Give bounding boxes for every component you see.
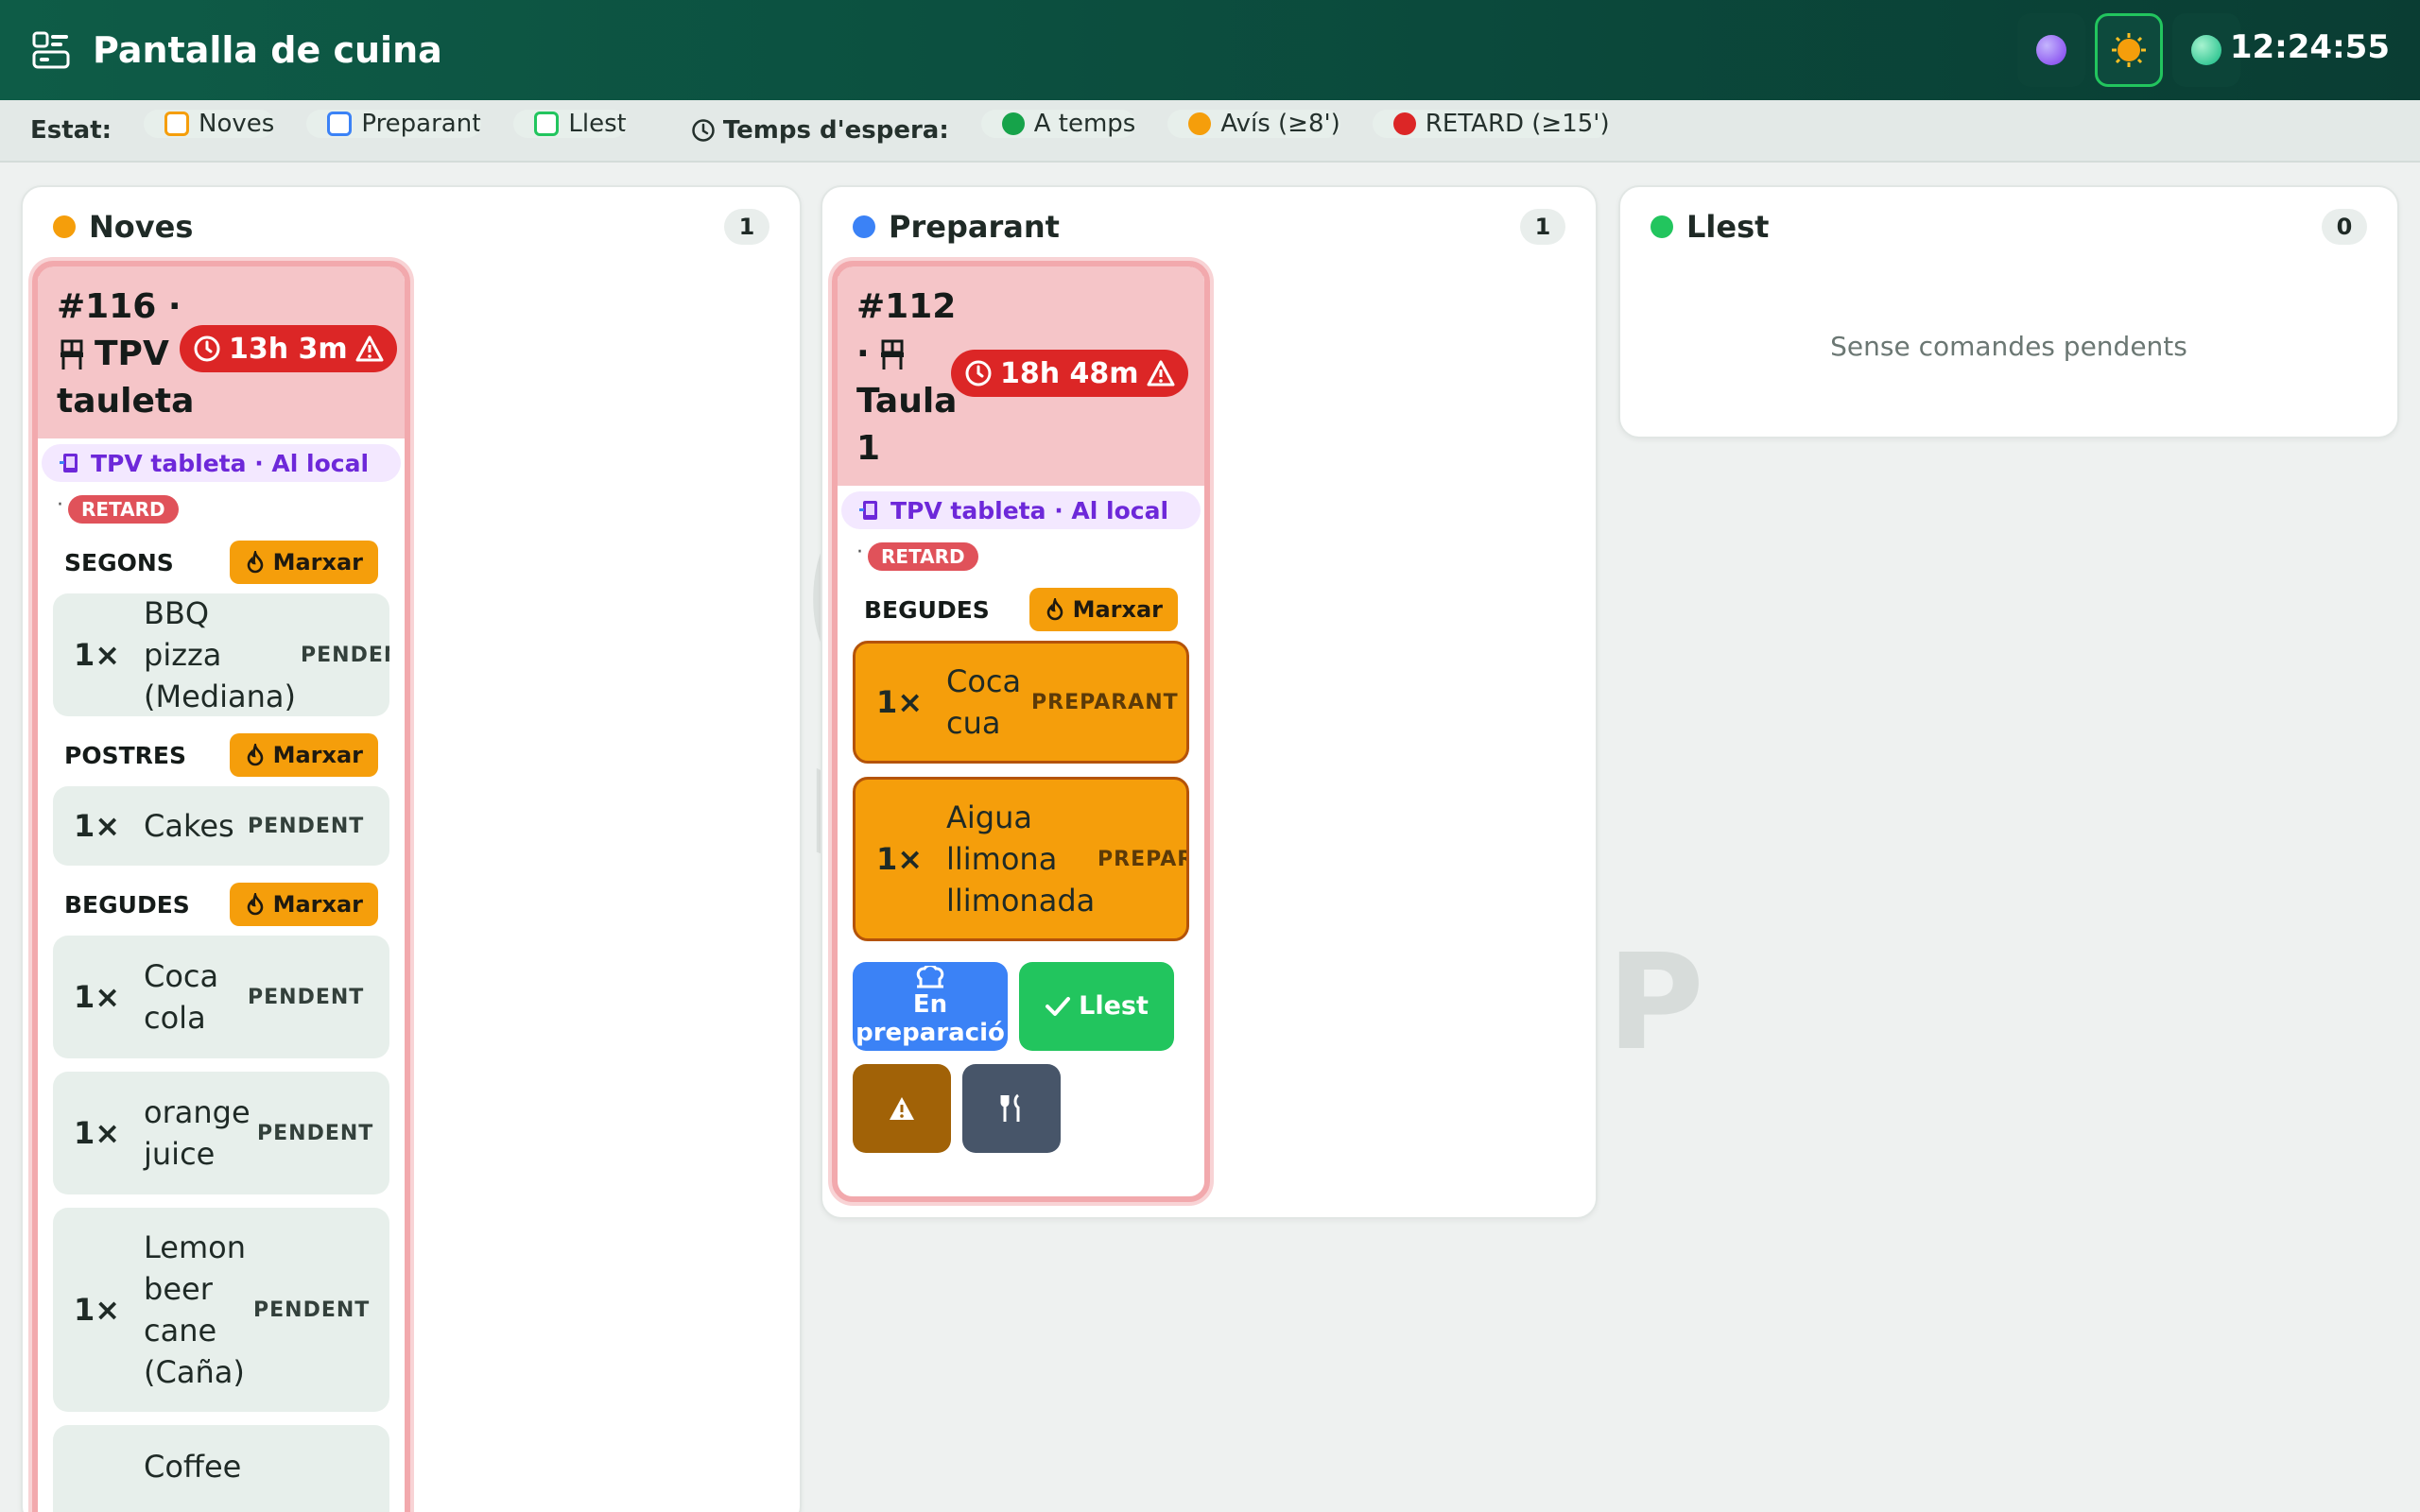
ready-button[interactable]: Llest <box>1019 962 1174 1051</box>
column-count-badge: 1 <box>724 209 769 245</box>
status-legend-label: Estat: <box>30 116 112 145</box>
green-dot-icon <box>1001 112 1025 135</box>
order-item[interactable]: 1× Cakes PENDENT <box>53 786 389 866</box>
flame-icon <box>247 744 263 766</box>
order-item[interactable]: 1× BBQ pizza (Mediana) PENDENT <box>53 593 389 716</box>
column-preparant: Preparant 1 #112 · Taula 1 18h 48m TPV t… <box>821 185 1598 1219</box>
legend-noves: Noves <box>144 110 275 138</box>
kitchen-display-icon <box>32 31 70 69</box>
page-title: Pantalla de cuina <box>93 29 442 71</box>
column-header: Llest 0 <box>1651 208 2367 246</box>
chair-icon <box>880 339 904 369</box>
column-count-badge: 0 <box>2322 209 2367 245</box>
empty-state-text: Sense comandes pendents <box>1830 331 2187 362</box>
checkmark-icon <box>1046 997 1071 1016</box>
fire-course-button[interactable]: Marxar <box>229 883 378 926</box>
order-item[interactable]: 1× Coca cua PREPARANT <box>853 641 1189 764</box>
wait-legend-label: Temps d'espera: <box>722 116 949 145</box>
column-llest: Llest 0 Sense comandes pendents <box>1618 185 2399 438</box>
legend-bar: Estat: Noves Preparant Llest Temps d'esp… <box>0 100 2420 163</box>
column-header: Noves 1 <box>53 208 769 246</box>
column-noves: Noves 1 #116 · TPV tauleta 13h 3m TPV ta… <box>21 185 802 1512</box>
legend-late: RETARD (≥15') <box>1372 110 1610 138</box>
clock-icon <box>194 335 220 362</box>
theme-switcher <box>2017 13 2240 87</box>
late-badge: RETARD <box>868 542 978 571</box>
orange-dot-icon <box>53 215 76 238</box>
in-progress-button[interactable]: En preparació <box>853 962 1008 1051</box>
order-item[interactable]: 1× Coca cola PENDENT <box>53 936 389 1058</box>
item-status: PREPARANT <box>1031 690 1179 714</box>
item-status: PENDENT <box>253 1297 371 1322</box>
green-dot-icon <box>1651 215 1673 238</box>
column-title: Preparant <box>889 209 1060 245</box>
section-begudes: BEGUDES Marxar <box>38 873 405 936</box>
tablet-icon <box>60 454 78 472</box>
tablet-icon <box>859 501 877 520</box>
order-item[interactable]: 1× Lemon beer cane (Caña) PENDENT <box>53 1208 389 1412</box>
blue-dot-icon <box>853 215 875 238</box>
blue-square-icon <box>327 112 353 136</box>
section-begudes: BEGUDES Marxar <box>838 578 1204 641</box>
column-title: Llest <box>1686 209 1770 245</box>
item-status: PENDENT <box>248 814 365 838</box>
column-count-badge: 1 <box>1520 209 1565 245</box>
theme-orange-button[interactable] <box>2095 13 2163 87</box>
wait-timer-badge: 18h 48m <box>951 350 1188 397</box>
section-postres: POSTRES Marxar <box>38 724 405 786</box>
warning-icon <box>355 335 384 362</box>
fork-knife-icon <box>1000 1093 1020 1122</box>
sun-theme-icon <box>2112 33 2146 67</box>
warning-icon <box>890 1097 914 1120</box>
legend-warning: Avís (≥8') <box>1167 110 1340 138</box>
clock-icon <box>692 119 715 142</box>
legend-on-time: A temps <box>980 110 1136 138</box>
green-theme-icon <box>2191 35 2221 65</box>
order-source-badge: TPV tableta · Al local <box>42 444 401 482</box>
legend-llest: Llest <box>513 110 627 138</box>
orange-dot-icon <box>1188 112 1212 135</box>
column-title: Noves <box>89 209 194 245</box>
background-logo-watermark-small: P <box>1607 926 1704 1080</box>
flame-icon <box>1046 598 1063 621</box>
green-square-icon <box>534 112 560 136</box>
orange-square-icon <box>164 112 190 136</box>
serve-button[interactable] <box>962 1064 1061 1153</box>
item-status: PENDENT <box>248 985 365 1009</box>
report-issue-button[interactable] <box>853 1064 951 1153</box>
order-secondary-actions <box>853 1064 1189 1153</box>
order-item[interactable]: 1× Coffee <box>53 1425 389 1512</box>
section-segons: SEGONS Marxar <box>38 531 405 593</box>
fire-course-button[interactable]: Marxar <box>229 541 378 584</box>
purple-theme-icon <box>2036 35 2066 65</box>
wait-timer-badge: 13h 3m <box>180 325 397 372</box>
order-item[interactable]: 1× orange juice PENDENT <box>53 1072 389 1194</box>
red-dot-icon <box>1392 112 1416 135</box>
chair-icon <box>60 339 83 369</box>
chef-hat-icon <box>916 966 944 988</box>
theme-purple-button[interactable] <box>2017 13 2085 87</box>
clock: 12:24:55 <box>2229 28 2390 66</box>
order-source-badge: TPV tableta · Al local <box>841 491 1201 529</box>
legend-preparant: Preparant <box>306 110 482 138</box>
top-bar: Pantalla de cuina 12:24:55 <box>0 0 2420 100</box>
item-status: PREPARANT <box>1098 847 1186 871</box>
fire-course-button[interactable]: Marxar <box>1028 588 1178 631</box>
late-badge: RETARD <box>68 495 179 524</box>
fire-course-button[interactable]: Marxar <box>229 733 378 777</box>
column-header: Preparant 1 <box>853 208 1565 246</box>
order-card-112[interactable]: #112 · Taula 1 18h 48m TPV tableta · Al … <box>832 261 1210 1202</box>
clock-icon <box>965 360 992 387</box>
order-card-116[interactable]: #116 · TPV tauleta 13h 3m TPV tableta · … <box>32 261 410 1512</box>
order-actions: En preparació Llest <box>853 962 1189 1051</box>
warning-icon <box>1147 360 1175 387</box>
item-status: PENDENT <box>257 1121 374 1145</box>
item-status: PENDENT <box>301 643 389 667</box>
flame-icon <box>247 893 263 916</box>
flame-icon <box>247 551 263 574</box>
order-item[interactable]: 1× Aigua llimona llimonada PREPARANT <box>853 777 1189 941</box>
